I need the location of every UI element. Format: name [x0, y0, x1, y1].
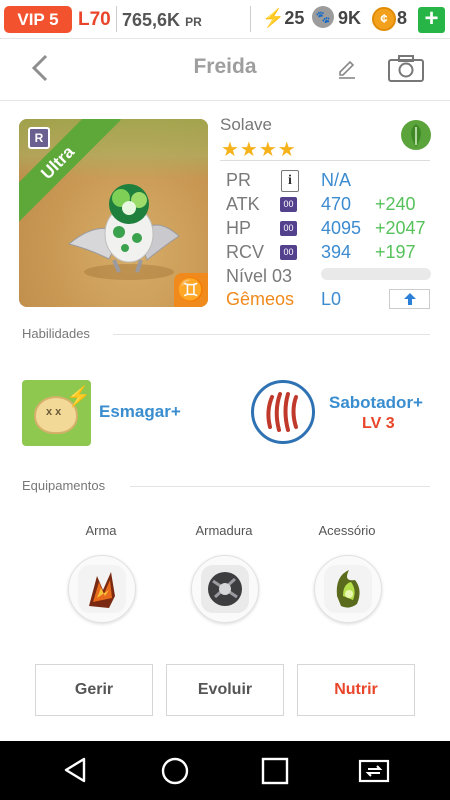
rank-badge: R: [28, 127, 50, 149]
lightning-icon: ⚡: [262, 8, 285, 28]
add-currency-button[interactable]: +: [418, 7, 445, 33]
leaf-icon[interactable]: [400, 119, 432, 151]
rcv-plus-badge: 00: [280, 245, 297, 260]
equip-label-armor: Armadura: [195, 523, 253, 538]
twins-upgrade-button[interactable]: [389, 289, 430, 309]
info-divider: [220, 160, 430, 161]
stat-value-rcv: 394: [321, 242, 352, 262]
weapon-slot[interactable]: [68, 555, 136, 623]
evolve-button[interactable]: Evoluir: [166, 664, 284, 716]
shield-icon: [208, 572, 242, 606]
coin-value[interactable]: 8: [397, 8, 407, 29]
twins-label: Gêmeos: [226, 289, 295, 309]
skill-name-smash[interactable]: Esmagar+: [99, 402, 181, 422]
skill-icon-saboteur[interactable]: [251, 380, 315, 444]
nav-home-icon[interactable]: [160, 756, 190, 786]
smash-eyes: x x: [46, 406, 62, 418]
player-level: L70: [78, 9, 111, 30]
star-rating: ★★★★: [221, 139, 297, 161]
skills-section-title: Habilidades: [22, 326, 90, 341]
system-nav-bar: [0, 741, 450, 800]
pencil-icon: [339, 60, 355, 79]
divider: [250, 6, 251, 32]
monster-species: Solave: [220, 115, 272, 134]
coin-icon: ¢: [372, 7, 396, 31]
page-title: Freida: [193, 55, 257, 78]
hp-plus-badge: 00: [280, 221, 297, 236]
paw-value[interactable]: 9K: [338, 8, 361, 29]
energy-counter[interactable]: ⚡25: [262, 8, 304, 29]
stat-value-atk: 470: [321, 194, 352, 214]
monster-image: [67, 184, 180, 280]
accessory-slot[interactable]: [314, 555, 382, 623]
equip-label-weapon: Arma: [85, 523, 117, 538]
edit-name-button[interactable]: [336, 58, 358, 80]
claw-scratch-icon: [266, 392, 298, 432]
stat-label-pr: PR: [226, 170, 252, 190]
skill-level-saboteur: LV 3: [362, 415, 395, 432]
equip-label-accessory: Acessório: [318, 523, 376, 538]
stat-bonus-atk: +240: [375, 194, 416, 214]
feed-button[interactable]: Nutrir: [297, 664, 415, 716]
green-flame-icon: [336, 570, 360, 608]
stat-value-pr: N/A: [321, 170, 352, 190]
stat-label-hp: HP: [226, 218, 252, 238]
element-leaf-icon: [401, 120, 431, 150]
skill-icon-smash[interactable]: x x ⚡: [22, 380, 91, 446]
armor-slot[interactable]: [191, 555, 259, 623]
nav-screen-switch-icon[interactable]: [356, 755, 392, 787]
vip-badge[interactable]: VIP 5: [4, 6, 72, 33]
twins-value: L0: [321, 289, 342, 309]
section-divider: [113, 334, 430, 335]
header-divider: [0, 100, 450, 101]
level-label: Nível 03: [226, 266, 293, 286]
stat-label-atk: ATK: [226, 194, 260, 214]
info-icon[interactable]: i: [281, 170, 299, 192]
stat-value-hp: 4095: [321, 218, 362, 238]
camera-button[interactable]: [386, 53, 426, 83]
lightning-icon: ⚡: [66, 386, 91, 408]
fire-claw-icon: [89, 572, 115, 608]
level-progress-bar: [321, 268, 431, 280]
atk-plus-badge: 00: [280, 197, 297, 212]
energy-value: 25: [284, 8, 305, 28]
gemini-icon: ♊: [174, 273, 208, 307]
stat-bonus-rcv: +197: [375, 242, 416, 262]
section-divider: [130, 486, 430, 487]
nav-recents-icon[interactable]: [260, 756, 290, 786]
up-arrow-icon: [403, 293, 416, 305]
team-power-unit: PR: [185, 15, 202, 29]
team-power: 765,6K PR: [122, 10, 202, 31]
skill-name-saboteur[interactable]: Sabotador+: [329, 393, 423, 413]
equipment-section-title: Equipamentos: [22, 478, 106, 493]
team-power-value: 765,6K: [122, 10, 181, 30]
stat-bonus-hp: +2047: [375, 218, 426, 238]
paw-icon: 🐾: [312, 6, 334, 28]
divider: [116, 6, 117, 32]
stat-label-rcv: RCV: [226, 242, 265, 262]
monster-portrait[interactable]: Ultra R ♊: [19, 119, 208, 307]
nav-back-icon[interactable]: [62, 756, 90, 784]
camera-icon: [388, 55, 424, 82]
manage-button[interactable]: Gerir: [35, 664, 153, 716]
